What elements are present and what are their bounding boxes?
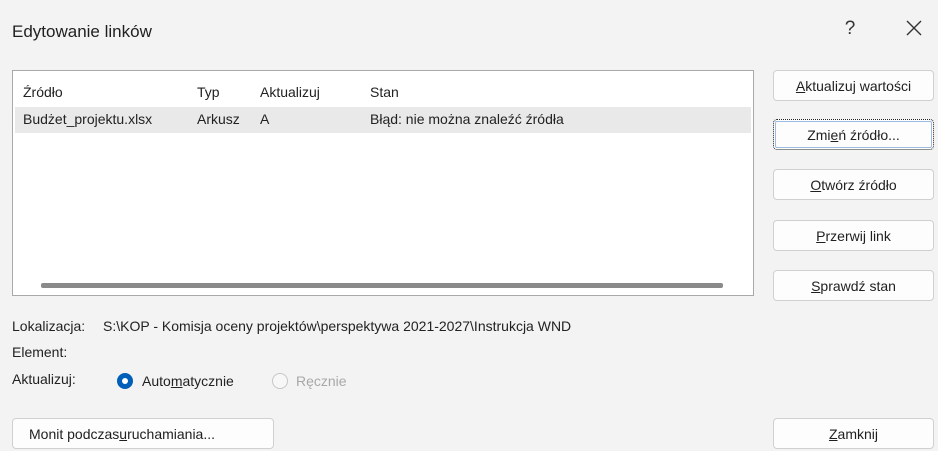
column-header-update[interactable]: Aktualizuj: [260, 84, 320, 100]
column-header-status[interactable]: Stan: [370, 84, 399, 100]
dialog-title: Edytowanie linków: [12, 22, 152, 41]
update-values-button[interactable]: Aktualizuj wartości: [773, 70, 934, 101]
startup-prompt-button[interactable]: Monit podczas u ruchamiania...: [12, 418, 274, 449]
location-value: S:\KOP - Komisja oceny projektów\perspek…: [103, 318, 572, 334]
column-header-type[interactable]: Typ: [197, 84, 220, 100]
close-button[interactable]: Zamknij: [773, 418, 934, 449]
close-icon[interactable]: [900, 14, 928, 42]
horizontal-scrollbar[interactable]: [17, 277, 749, 293]
location-label: Lokalizacja:: [12, 318, 86, 334]
help-button[interactable]: ?: [838, 18, 862, 40]
table-row[interactable]: Budżet_projektu.xlsx Arkusz A Błąd: nie …: [15, 107, 751, 133]
cell-source: Budżet_projektu.xlsx: [23, 111, 153, 127]
column-header-source[interactable]: Źródło: [23, 84, 63, 100]
open-source-button[interactable]: Otwórz źródło: [773, 169, 934, 200]
check-status-button[interactable]: Sprawdź stan: [773, 270, 934, 301]
break-link-button[interactable]: Przerwij link: [773, 220, 934, 251]
scrollbar-thumb[interactable]: [41, 283, 723, 288]
element-label: Element:: [12, 344, 68, 360]
automatic-label[interactable]: Automatycznie: [142, 373, 234, 389]
change-source-button[interactable]: Zmi e ń źródło...: [773, 119, 934, 150]
manual-radio: [272, 373, 288, 389]
manual-label: Ręcznie: [296, 373, 347, 389]
update-label: Aktualizuj:: [12, 371, 76, 387]
links-list[interactable]: Źródło Typ Aktualizuj Stan Budżet_projek…: [12, 70, 754, 296]
cell-status: Błąd: nie można znaleźć źródła: [370, 111, 564, 127]
automatic-radio[interactable]: [117, 373, 133, 389]
cell-update: A: [260, 111, 270, 127]
cell-type: Arkusz: [197, 111, 240, 127]
